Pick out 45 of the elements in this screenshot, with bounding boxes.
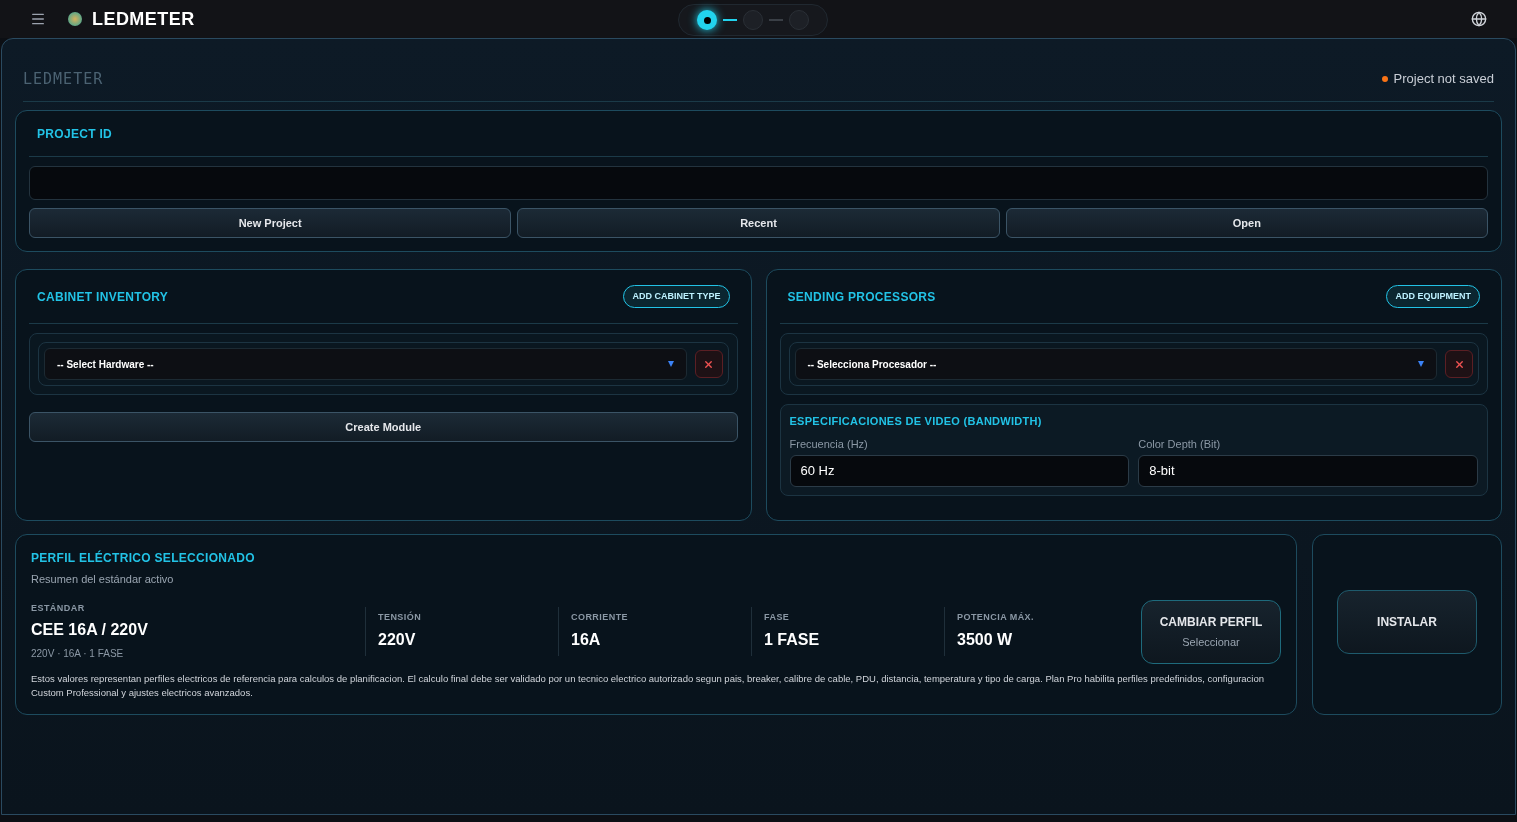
- remove-button[interactable]: [1445, 350, 1473, 378]
- video-spec-field[interactable]: 8-bit: [1138, 455, 1478, 487]
- close-icon: [1453, 358, 1465, 370]
- stat-label: FASE: [764, 611, 791, 625]
- app-title: LEDMETER: [92, 7, 195, 31]
- video-spec-field[interactable]: 60 Hz: [789, 455, 1130, 487]
- card-title: ESPECIFICACIONES DE VIDEO (BANDWIDTH): [789, 414, 1043, 429]
- add-cabinet-button[interactable]: ADD CABINET TYPE: [623, 284, 730, 309]
- stat-value: 16A: [571, 629, 602, 650]
- hardware-select[interactable]: -- Select Hardware --: [44, 348, 687, 380]
- change-profile-button[interactable]: CAMBIAR PERFIL Seleccionar: [1141, 599, 1281, 664]
- stat-label: POTENCIA MÁX.: [957, 611, 1036, 625]
- stat-value: 1 FASE: [764, 629, 821, 650]
- create-module-button[interactable]: Create Module: [29, 412, 738, 442]
- field-label: Color Depth (Bit): [1138, 436, 1222, 452]
- stat-value: 220V: [378, 629, 417, 650]
- field-label: Frecuencia (Hz): [789, 436, 869, 452]
- save-status: Project not saved: [1393, 70, 1494, 89]
- stat-value: 3500 W: [957, 629, 1014, 650]
- menu-icon[interactable]: [30, 11, 46, 27]
- stat-label: ESTÁNDAR: [31, 602, 86, 616]
- close-icon: [703, 358, 714, 370]
- project-button[interactable]: Open: [1005, 208, 1488, 238]
- app-logo-icon: [68, 12, 82, 26]
- hardware-select[interactable]: -- Selecciona Procesador --: [794, 348, 1437, 380]
- stat-label: TENSIÓN: [378, 611, 423, 625]
- section-subtitle: Resumen del estándar activo: [31, 572, 175, 587]
- language-icon[interactable]: [1471, 11, 1487, 27]
- add-equipment-button[interactable]: ADD EQUIPMENT: [1386, 284, 1480, 309]
- project-id-field[interactable]: [29, 166, 1488, 200]
- dropdown-caret-icon: [1418, 361, 1424, 367]
- project-button[interactable]: Recent: [517, 208, 1000, 238]
- standard-detail: 220V · 16A · 1 FASE: [31, 646, 125, 661]
- disclaimer-text: Estos valores representan perfiles electricos de referencia para calculos de planificacion. El calculo final debe ser validado por un tecnico electrico autorizado segun pais, breaker, calibre de cable, PDU, distancia, temperatura y tipo de carga. Plan Pro habilita perfiles predefinidos, configuracion Custom Professional y ajustes electricos avanzados.: [31, 671, 1266, 700]
- remove-button[interactable]: [694, 350, 723, 378]
- section-title: PROJECT ID: [37, 125, 112, 143]
- stat-label: CORRIENTE: [571, 611, 630, 625]
- project-button[interactable]: New Project: [29, 208, 512, 238]
- section-title: SENDING PROCESSORS: [787, 288, 936, 306]
- section-title: CABINET INVENTORY: [37, 288, 169, 306]
- install-button[interactable]: INSTALAR: [1337, 590, 1477, 654]
- standard-value: CEE 16A / 220V: [31, 619, 149, 640]
- section-title: PERFIL ELÉCTRICO SELECCIONADO: [31, 549, 256, 567]
- dotted-logo: LEDMETER: [23, 68, 104, 90]
- dropdown-caret-icon: [667, 361, 674, 367]
